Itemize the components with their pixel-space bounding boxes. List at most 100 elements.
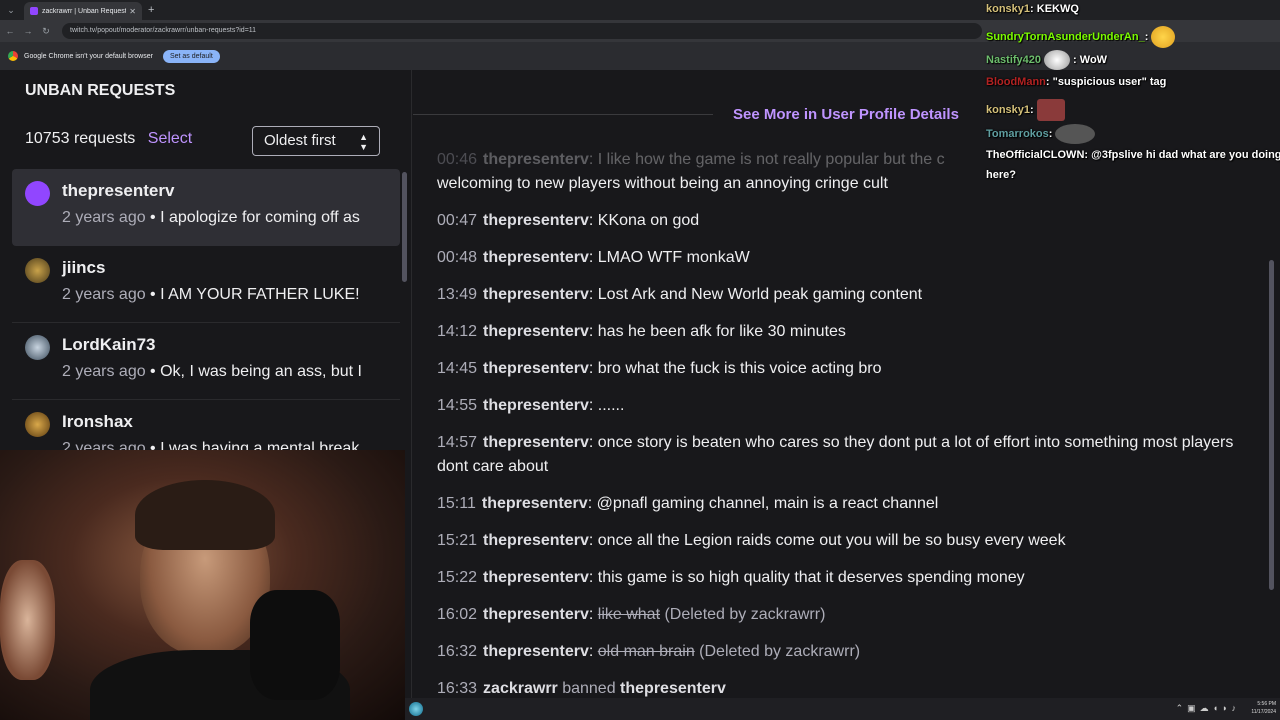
tab-search-icon[interactable]: ⌄ — [4, 3, 18, 17]
chat-message: 15:22 thepresenterv: this game is so high… — [437, 566, 1257, 590]
clock-time: 5:56 PM — [1257, 701, 1276, 707]
taskbar-app-icon[interactable] — [409, 702, 423, 716]
message-timestamp: 00:46 — [437, 151, 478, 168]
message-colon: : — [588, 643, 598, 660]
avatar — [25, 181, 50, 206]
request-meta: 2 years ago • I apologize for coming off… — [62, 209, 400, 227]
request-item[interactable]: LordKain73 2 years ago • Ok, I was being… — [12, 323, 400, 400]
overlay-chat-line: Tomarrokos: — [986, 124, 1098, 144]
new-tab-button[interactable]: + — [148, 4, 154, 16]
chat-message: 00:48 thepresenterv: LMAO WTF monkaW — [437, 246, 1257, 270]
overlay-text: : @3fpslive hi dad what are you doing — [1084, 149, 1280, 161]
divider — [413, 114, 713, 115]
set-as-default-button[interactable]: Set as default — [162, 49, 220, 63]
face-emote-icon — [1036, 99, 1065, 121]
avatar — [25, 258, 50, 283]
animal-emote-icon — [1055, 124, 1096, 144]
chat-message: 14:45 thepresenterv: bro what the fuck is… — [437, 357, 1257, 381]
overlay-username: TheOfficialCLOWN — [986, 149, 1085, 161]
avatar — [25, 335, 50, 360]
request-text: I AM YOUR FATHER LUKE! — [160, 286, 360, 303]
message-timestamp: 00:47 — [437, 212, 478, 229]
taskbar-clock[interactable]: 5:56 PM 11/17/2024 — [1251, 700, 1276, 716]
clock-date: 11/17/2024 — [1251, 709, 1276, 715]
forward-icon[interactable]: → — [20, 26, 36, 36]
overlay-chat-line: Nastify420: WoW — [986, 50, 1107, 70]
request-text: Ok, I was being an ass, but I — [160, 363, 362, 380]
deleted-message: 16:32 thepresenterv: old man brain (Delet… — [437, 640, 1257, 664]
stream-chat-overlay: konsky1: KEKWQ SundryTornAsunderUnderAn_… — [980, 0, 1280, 190]
request-username: LordKain73 — [62, 335, 156, 354]
request-separator: • — [145, 209, 161, 226]
sort-dropdown[interactable]: Oldest first ▲ ▼ — [252, 126, 380, 156]
overlay-chat-line: BloodMann: "suspicious user" tag — [986, 75, 1166, 90]
message-timestamp: 16:33 — [437, 680, 478, 697]
request-separator: • — [145, 286, 161, 303]
list-scrollbar[interactable] — [402, 172, 407, 282]
deleted-text: like what — [597, 606, 661, 623]
deleted-message: 16:02 thepresenterv: like what (Deleted b… — [437, 603, 1257, 627]
detail-scrollbar[interactable] — [1269, 260, 1274, 590]
message-username: thepresenterv — [483, 286, 589, 303]
message-timestamp: 14:57 — [437, 434, 478, 451]
overlay-chat-line: here? — [986, 168, 1016, 183]
message-username: thepresenterv — [483, 434, 589, 451]
overlay-username: BloodMann — [986, 76, 1046, 88]
banned-user: thepresenterv — [620, 680, 726, 697]
webcam-overlay — [0, 450, 405, 720]
request-item[interactable]: jiincs 2 years ago • I AM YOUR FATHER LU… — [12, 246, 400, 323]
browser-tab[interactable]: zackrawrr | Unban Requests - T ✕ — [24, 2, 142, 20]
sort-arrows-icon: ▲ ▼ — [359, 132, 368, 152]
message-username: thepresenterv — [483, 397, 589, 414]
message-timestamp: 14:55 — [437, 397, 478, 414]
overlay-username: Tomarrokos — [986, 127, 1049, 140]
laughing-emote-icon — [1151, 26, 1176, 48]
request-username: jiincs — [62, 258, 106, 277]
select-link[interactable]: Select — [148, 130, 192, 147]
deleted-text: old man brain — [597, 643, 695, 660]
overlay-username: SundryTornAsunderUnderAn_ — [986, 30, 1145, 43]
moderator-name: zackrawrr — [483, 680, 558, 697]
twitch-favicon-icon — [30, 7, 38, 15]
chat-message: 14:12 thepresenterv: has he been afk for … — [437, 320, 1257, 344]
message-timestamp: 14:12 — [437, 323, 478, 340]
back-icon[interactable]: ← — [2, 26, 18, 36]
overlay-text: : KEKWQ — [1030, 3, 1079, 15]
message-text: : @pnafl gaming channel, main is a react… — [587, 495, 939, 512]
overlay-text: : — [1144, 30, 1149, 43]
message-text: : LMAO WTF monkaW — [588, 249, 750, 266]
message-timestamp: 16:32 — [437, 643, 478, 660]
message-username: thepresenterv — [483, 360, 589, 377]
message-username: thepresenterv — [483, 212, 589, 229]
overlay-text: : — [1030, 103, 1034, 116]
request-count-row: 10753 requests Select — [25, 130, 192, 148]
overlay-chat-line: konsky1: KEKWQ — [986, 2, 1079, 17]
message-text: welcoming to new players without being a… — [437, 175, 888, 192]
message-text: : Lost Ark and New World peak gaming con… — [588, 286, 923, 303]
message-text: : KKona on god — [588, 212, 700, 229]
overlay-text: here? — [986, 169, 1016, 181]
request-meta: 2 years ago • I AM YOUR FATHER LUKE! — [62, 286, 400, 304]
message-text: : this game is so high quality that it d… — [588, 569, 1025, 586]
message-username: thepresenterv — [483, 249, 589, 266]
chrome-icon — [8, 51, 18, 61]
request-text: I apologize for coming off as — [160, 209, 360, 226]
avatar — [25, 412, 50, 437]
message-colon: : — [588, 606, 598, 623]
message-text: : I like how the game is not really popu… — [588, 151, 945, 168]
message-timestamp: 13:49 — [437, 286, 478, 303]
chat-message: 00:47 thepresenterv: KKona on god — [437, 209, 1257, 233]
url-field[interactable]: twitch.tv/popout/moderator/zackrawrr/unb… — [62, 23, 982, 39]
request-item[interactable]: thepresenterv 2 years ago • I apologize … — [12, 169, 400, 246]
infobar-text: Google Chrome isn't your default browser — [24, 52, 153, 60]
request-count: 10753 requests — [25, 130, 136, 147]
reload-icon[interactable]: ↻ — [38, 26, 54, 37]
system-tray-icons[interactable]: ⌃▣☁◖◗♪ — [1176, 703, 1240, 714]
message-timestamp: 14:45 — [437, 360, 478, 377]
streamer-hair — [135, 480, 275, 550]
close-tab-icon[interactable]: ✕ — [129, 7, 136, 16]
request-username: thepresenterv — [62, 181, 175, 200]
chat-history: 00:46 thepresenterv : I like how the game … — [437, 148, 1257, 714]
see-more-link[interactable]: See More in User Profile Details — [733, 106, 959, 123]
chat-message: 14:55 thepresenterv: ...... — [437, 394, 1257, 418]
